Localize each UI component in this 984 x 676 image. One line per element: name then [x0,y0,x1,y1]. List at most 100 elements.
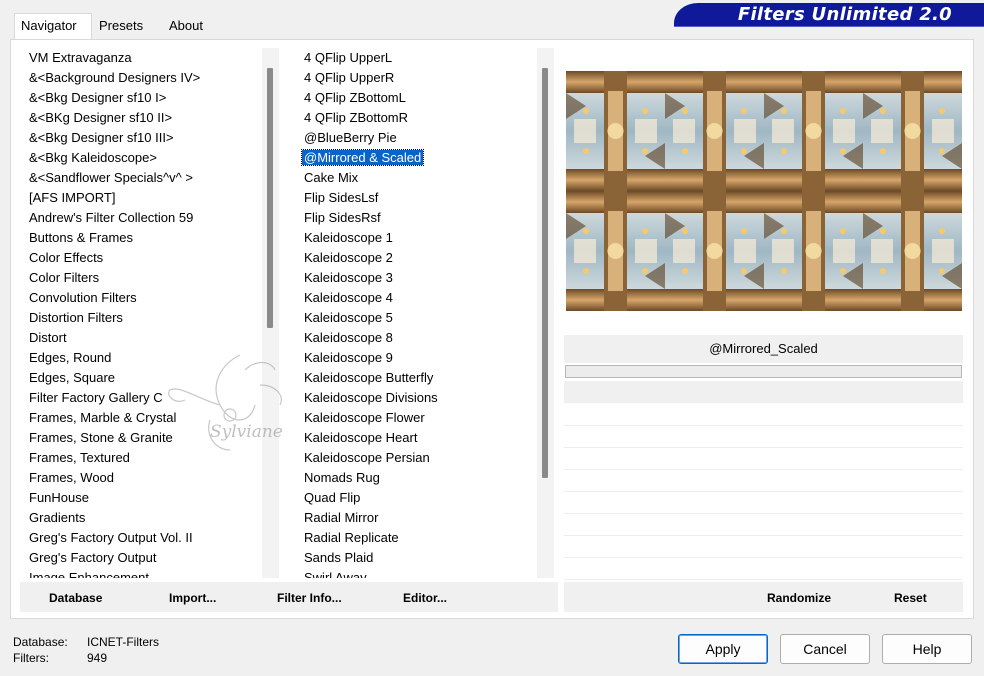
filters-label: Filters: [13,651,49,665]
list-item[interactable]: Image Enhancement [20,568,278,578]
list-item[interactable]: Sands Plaid [295,548,557,568]
list-item[interactable]: Swirl Away [295,568,557,578]
list-item-label: Nomads Rug [304,470,380,485]
parameter-row[interactable] [564,449,963,470]
list-item-label: Kaleidoscope Heart [304,430,418,445]
list-item[interactable]: 4 QFlip UpperR [295,68,557,88]
right-button-bar: Randomize Reset [564,582,963,612]
tab-about[interactable]: About [163,15,209,39]
list-item[interactable]: &<Bkg Designer sf10 I> [20,88,278,108]
cancel-button[interactable]: Cancel [780,634,870,664]
list-item-label: Distort [29,330,67,345]
list-item[interactable]: Kaleidoscope Persian [295,448,557,468]
list-item[interactable]: Kaleidoscope Flower [295,408,557,428]
list-item[interactable]: Kaleidoscope Butterfly [295,368,557,388]
parameter-row[interactable] [564,537,963,558]
tab-navigator[interactable]: Navigator [14,13,92,39]
scroll-thumb[interactable] [267,68,273,328]
list-item[interactable]: Kaleidoscope 2 [295,248,557,268]
list-item[interactable]: &<BKg Designer sf10 II> [20,108,278,128]
list-item-label: Radial Replicate [304,530,399,545]
list-item[interactable]: Convolution Filters [20,288,278,308]
list-item[interactable]: &<Sandflower Specials^v^ > [20,168,278,188]
category-list[interactable]: VM Extravaganza &<Background Designers IV… [20,48,278,578]
list-item[interactable]: Kaleidoscope Heart [295,428,557,448]
list-item[interactable]: Kaleidoscope Divisions [295,388,557,408]
filter-name-display: @Mirrored_Scaled [564,335,963,363]
list-item[interactable]: Kaleidoscope 8 [295,328,557,348]
list-item[interactable]: Kaleidoscope 1 [295,228,557,248]
filter-info-button[interactable]: Filter Info... [277,591,342,605]
list-item[interactable]: @BlueBerry Pie [295,128,557,148]
list-item[interactable]: Distortion Filters [20,308,278,328]
list-item-label: 4 QFlip ZBottomL [304,90,406,105]
list-item-label: VM Extravaganza [29,50,132,65]
list-item[interactable]: Frames, Wood [20,468,278,488]
parameter-row[interactable] [564,471,963,492]
list-item-label: Radial Mirror [304,510,379,525]
list-item[interactable]: Kaleidoscope 4 [295,288,557,308]
list-item[interactable]: Greg's Factory Output Vol. II [20,528,278,548]
category-scrollbar[interactable] [262,48,279,578]
list-item[interactable]: &<Bkg Designer sf10 III> [20,128,278,148]
tab-presets[interactable]: Presets [93,15,149,39]
help-button[interactable]: Help [882,634,972,664]
list-item-label: Kaleidoscope Butterfly [304,370,434,385]
list-item-label: Kaleidoscope Divisions [304,390,438,405]
list-item[interactable]: 4 QFlip ZBottomR [295,108,557,128]
list-item-label: 4 QFlip UpperR [304,70,395,85]
list-item[interactable]: 4 QFlip ZBottomL [295,88,557,108]
list-item[interactable]: Quad Flip [295,488,557,508]
list-item-label: Frames, Textured [29,450,130,465]
list-item-label: @BlueBerry Pie [304,130,397,145]
list-item[interactable]: &<Bkg Kaleidoscope> [20,148,278,168]
list-item-label: Kaleidoscope 3 [304,270,393,285]
parameter-row[interactable] [564,559,963,580]
progress-bar [565,365,962,378]
list-item[interactable]: 4 QFlip UpperL [295,48,557,68]
list-item[interactable]: Buttons & Frames [20,228,278,248]
list-item[interactable]: &<Background Designers IV> [20,68,278,88]
list-item[interactable]: Andrew's Filter Collection 59 [20,208,278,228]
list-item-label: Cake Mix [304,170,359,185]
list-item[interactable]: Gradients [20,508,278,528]
list-item-label: Kaleidoscope Persian [304,450,430,465]
filter-list[interactable]: 4 QFlip UpperL 4 QFlip UpperR 4 QFlip ZBot… [295,48,557,578]
list-item[interactable]: Kaleidoscope 5 [295,308,557,328]
apply-button[interactable]: Apply [678,634,768,664]
list-item[interactable]: VM Extravaganza [20,48,278,68]
list-item[interactable]: Flip SidesRsf [295,208,557,228]
filter-scrollbar[interactable] [537,48,554,578]
list-item[interactable]: Greg's Factory Output [20,548,278,568]
scroll-thumb[interactable] [542,68,548,478]
list-item-label: [AFS IMPORT] [29,190,116,205]
list-item[interactable]: [AFS IMPORT] [20,188,278,208]
list-item[interactable]: FunHouse [20,488,278,508]
watermark-logo: Sylviane [168,354,283,451]
list-item-label: Frames, Stone & Granite [29,430,173,445]
filters-count: 949 [87,651,108,665]
parameter-row[interactable] [564,515,963,536]
list-item[interactable]: Color Filters [20,268,278,288]
parameter-row[interactable] [564,493,963,514]
list-item[interactable]: Color Effects [20,248,278,268]
list-item[interactable]: Radial Replicate [295,528,557,548]
parameter-row[interactable] [564,405,963,426]
list-item[interactable]: Radial Mirror [295,508,557,528]
editor-button[interactable]: Editor... [403,591,447,605]
list-item-label: &<BKg Designer sf10 II> [29,110,173,125]
list-item[interactable]: Kaleidoscope 9 [295,348,557,368]
list-item-label: Image Enhancement [29,570,149,578]
reset-button[interactable]: Reset [894,591,927,605]
list-item-label: @Mirrored & Scaled [300,149,425,166]
list-item[interactable]: Cake Mix [295,168,557,188]
parameter-row[interactable] [564,427,963,448]
list-item[interactable]: Kaleidoscope 3 [295,268,557,288]
list-item[interactable]: Flip SidesLsf [295,188,557,208]
import-button[interactable]: Import... [169,591,216,605]
list-item-label: Edges, Square [29,370,116,385]
list-item[interactable]: @Mirrored & Scaled [295,148,557,168]
database-button[interactable]: Database [49,591,102,605]
list-item[interactable]: Nomads Rug [295,468,557,488]
randomize-button[interactable]: Randomize [767,591,831,605]
